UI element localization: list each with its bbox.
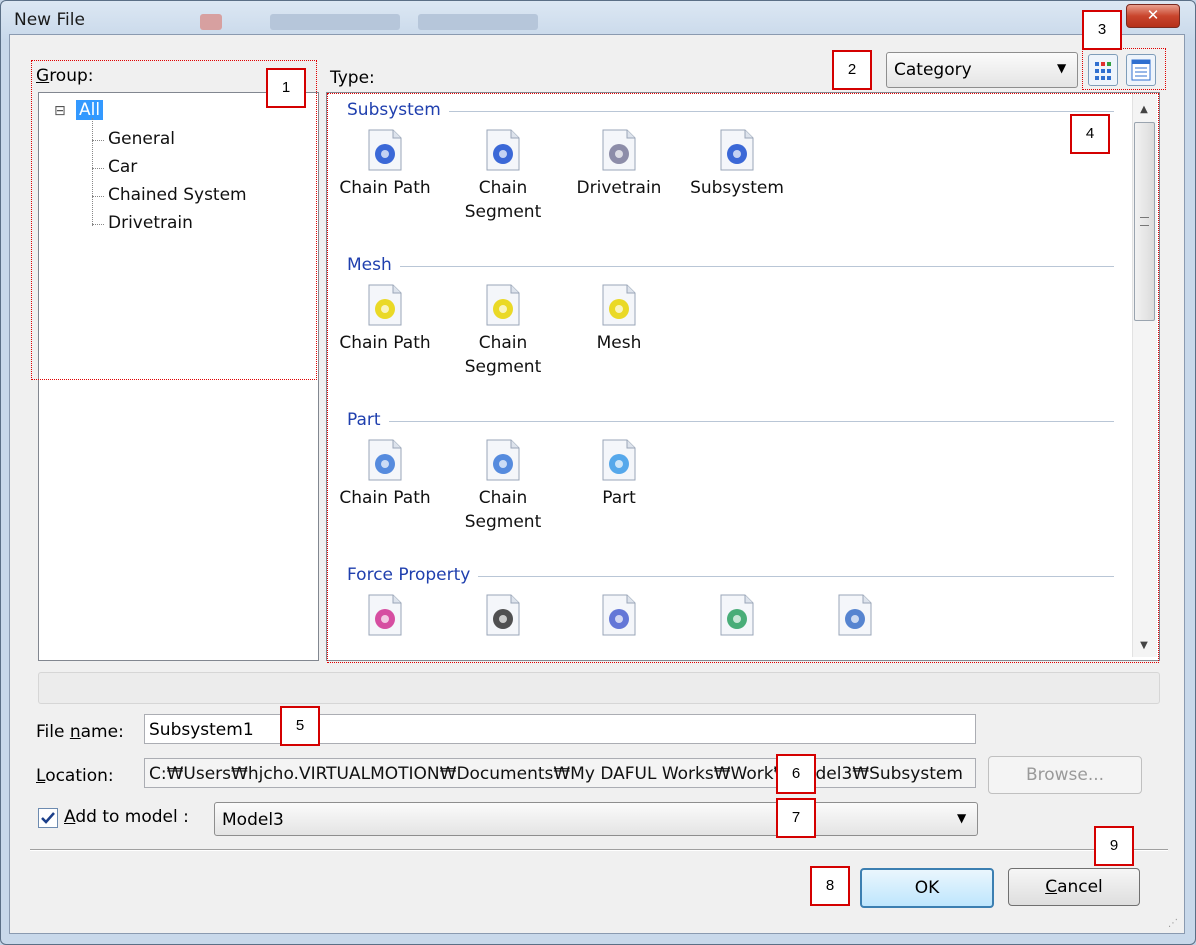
callout-badge-7: 7 xyxy=(776,798,816,838)
model-select[interactable]: Model3 ▼ xyxy=(214,802,978,836)
callout-badge-6: 6 xyxy=(776,754,816,794)
titlebar-ghost xyxy=(270,14,400,30)
resize-grip-icon[interactable]: ⋰ xyxy=(1168,918,1178,929)
view-mode-select[interactable]: Category ▼ xyxy=(886,52,1078,88)
titlebar-ghost xyxy=(200,14,222,30)
chevron-down-icon: ▼ xyxy=(1057,61,1067,75)
callout-badge-4: 4 xyxy=(1070,114,1110,154)
separator xyxy=(30,849,1168,851)
description-bar xyxy=(38,672,1160,704)
callout-region-4 xyxy=(327,93,1159,663)
callout-badge-2: 2 xyxy=(832,50,872,90)
cancel-button[interactable]: Cancel xyxy=(1008,868,1140,906)
callout-badge-1: 1 xyxy=(266,68,306,108)
file-name-input[interactable]: Subsystem1 xyxy=(144,714,976,744)
callout-region-1 xyxy=(31,60,317,380)
browse-button[interactable]: Browse... xyxy=(988,756,1142,794)
location-label: Location: xyxy=(36,766,114,786)
close-icon: ✕ xyxy=(1146,6,1160,24)
callout-badge-9: 9 xyxy=(1094,826,1134,866)
ok-button[interactable]: OK xyxy=(860,868,994,908)
type-label: Type: xyxy=(330,68,375,88)
callout-badge-8: 8 xyxy=(810,866,850,906)
location-field: C:₩Users₩hjcho.VIRTUALMOTION₩Documents₩M… xyxy=(144,758,976,788)
view-mode-value: Category xyxy=(894,60,972,80)
file-name-label: File name: xyxy=(36,722,124,742)
add-to-model-label[interactable]: Add to model : xyxy=(64,807,189,827)
callout-region-3 xyxy=(1082,48,1166,90)
chevron-down-icon: ▼ xyxy=(957,811,967,825)
model-value: Model3 xyxy=(222,810,284,830)
close-button[interactable]: ✕ xyxy=(1126,4,1180,28)
window-title: New File xyxy=(14,10,85,30)
titlebar-ghost xyxy=(418,14,538,30)
checkmark-icon xyxy=(41,812,55,824)
callout-badge-3: 3 xyxy=(1082,10,1122,50)
add-to-model-checkbox[interactable] xyxy=(38,808,58,828)
callout-badge-5: 5 xyxy=(280,706,320,746)
